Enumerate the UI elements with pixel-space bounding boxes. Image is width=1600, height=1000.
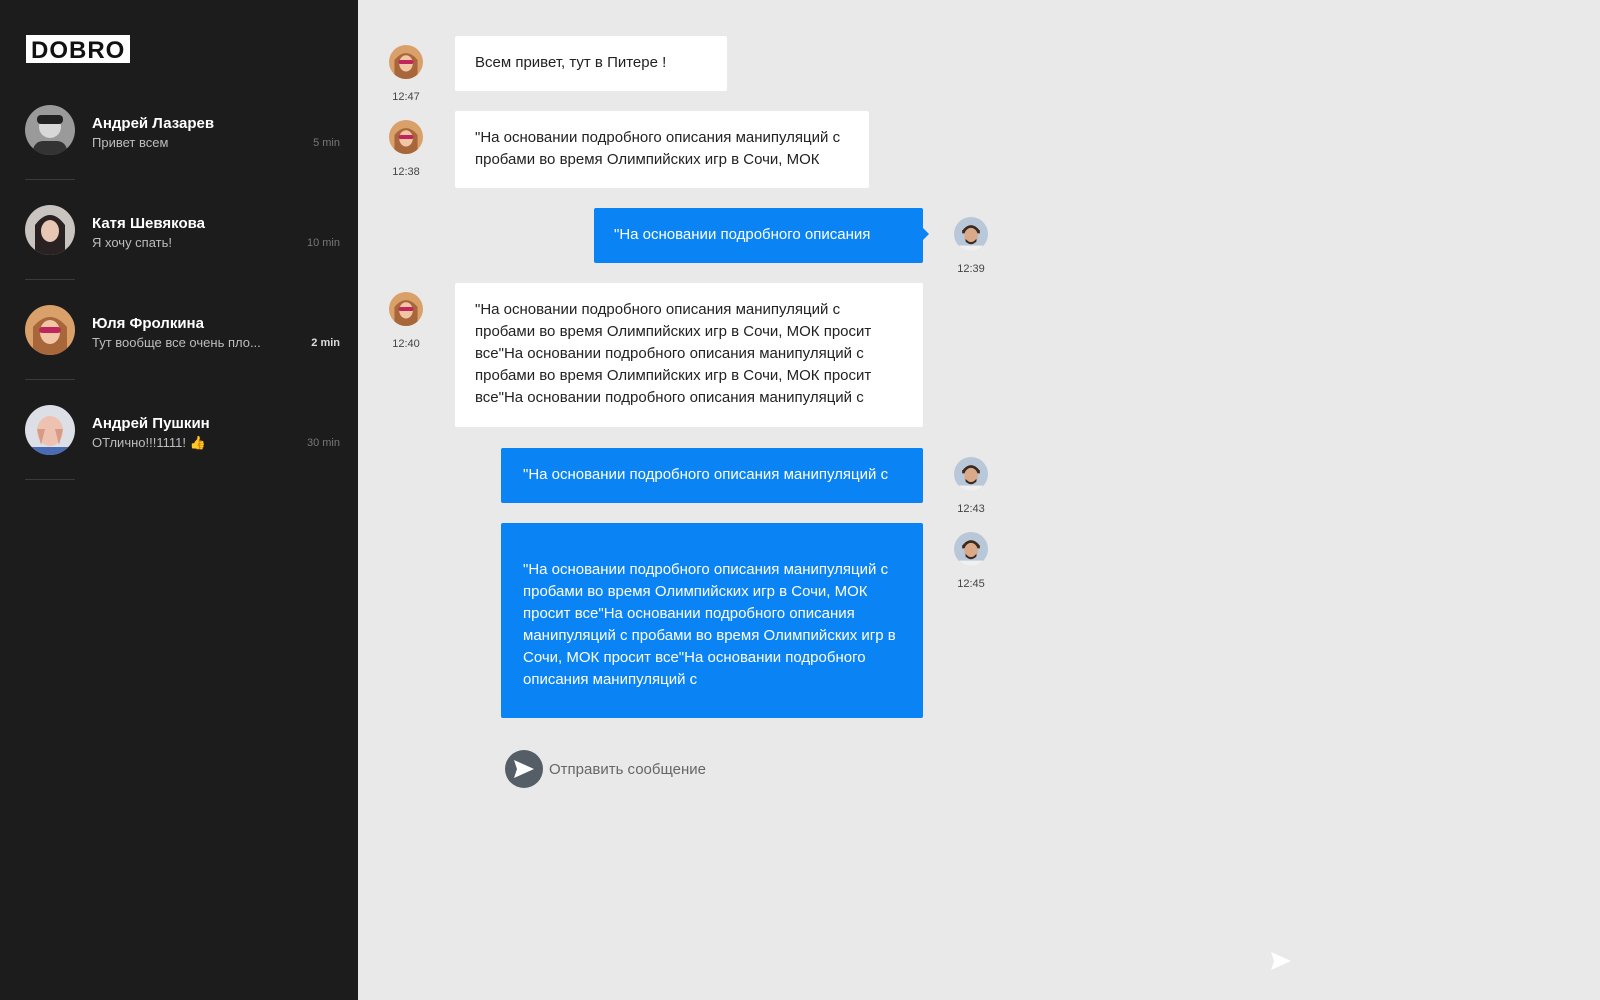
message-bubble: "На основании подробного описания манипу… — [455, 283, 923, 427]
avatar — [25, 105, 75, 155]
message-text: "На основании подробного описания манипу… — [523, 466, 889, 483]
avatar — [954, 457, 988, 491]
message-bubble: "На основании подробного описания манипу… — [455, 111, 869, 188]
avatar — [25, 205, 75, 255]
message-input[interactable] — [549, 758, 889, 780]
message-text: "На основании подробного описания манипу… — [475, 129, 841, 168]
send-icon[interactable] — [1270, 952, 1292, 970]
message-text: "На основании подробного описания манипу… — [475, 301, 872, 406]
divider — [25, 179, 75, 180]
message-time: 12:40 — [392, 338, 420, 350]
message-bubble: "На основании подробного описания — [594, 208, 929, 263]
avatar — [389, 292, 423, 326]
contact-time: 30 min — [306, 437, 340, 449]
avatar — [25, 405, 75, 455]
avatar — [954, 217, 988, 251]
contact-time: 10 min — [306, 237, 340, 249]
contact-preview: Привет всем — [92, 135, 169, 150]
contact-item[interactable]: Андрей Лазарев Привет всем 5 min — [0, 105, 358, 205]
divider — [25, 479, 75, 480]
message-composer — [505, 750, 905, 788]
contact-name: Андрей Пушкин — [92, 415, 210, 432]
contact-preview: ОТлично!!!1111! 👍 — [92, 435, 206, 450]
avatar — [389, 120, 423, 154]
contact-time: 5 min — [313, 137, 340, 149]
divider — [25, 379, 75, 380]
contact-item[interactable]: Андрей Пушкин ОТлично!!!1111! 👍 30 min — [0, 405, 358, 505]
contact-preview: Я хочу спать! — [92, 235, 173, 250]
message-bubble: "На основании подробного описания манипу… — [501, 523, 923, 718]
message-text: "На основании подробного описания — [614, 226, 871, 243]
message-text: Всем привет, тут в Питере ! — [475, 54, 667, 71]
contact-name: Андрей Лазарев — [92, 115, 215, 132]
contact-item[interactable]: Юля Фролкина Тут вообще все очень пло...… — [0, 305, 358, 405]
send-icon — [514, 760, 534, 778]
message-time: 12:38 — [392, 166, 420, 178]
contact-name: Катя Шевякова — [92, 215, 205, 232]
message-time: 12:47 — [392, 91, 420, 103]
avatar — [389, 45, 423, 79]
contact-item[interactable]: Катя Шевякова Я хочу спать! 10 min — [0, 205, 358, 305]
message-time: 12:45 — [957, 578, 985, 590]
chat-area: 12:47 Всем привет, тут в Питере ! 12:38 … — [358, 0, 1600, 1000]
avatar — [25, 305, 75, 355]
divider — [25, 279, 75, 280]
message-bubble: "На основании подробного описания манипу… — [501, 448, 923, 503]
contact-time: 2 min — [311, 337, 340, 349]
app-logo[interactable]: DOBRO — [26, 35, 131, 64]
contact-preview: Тут вообще все очень пло... — [92, 335, 261, 350]
avatar — [954, 532, 988, 566]
message-time: 12:39 — [957, 263, 985, 275]
contact-name: Юля Фролкина — [92, 315, 204, 332]
message-time: 12:43 — [957, 503, 985, 515]
sidebar: DOBRO Андрей Лазарев Привет всем 5 min К… — [0, 0, 358, 1000]
send-button[interactable] — [505, 750, 543, 788]
message-bubble: Всем привет, тут в Питере ! — [455, 36, 727, 91]
message-text: "На основании подробного описания манипу… — [523, 561, 896, 688]
